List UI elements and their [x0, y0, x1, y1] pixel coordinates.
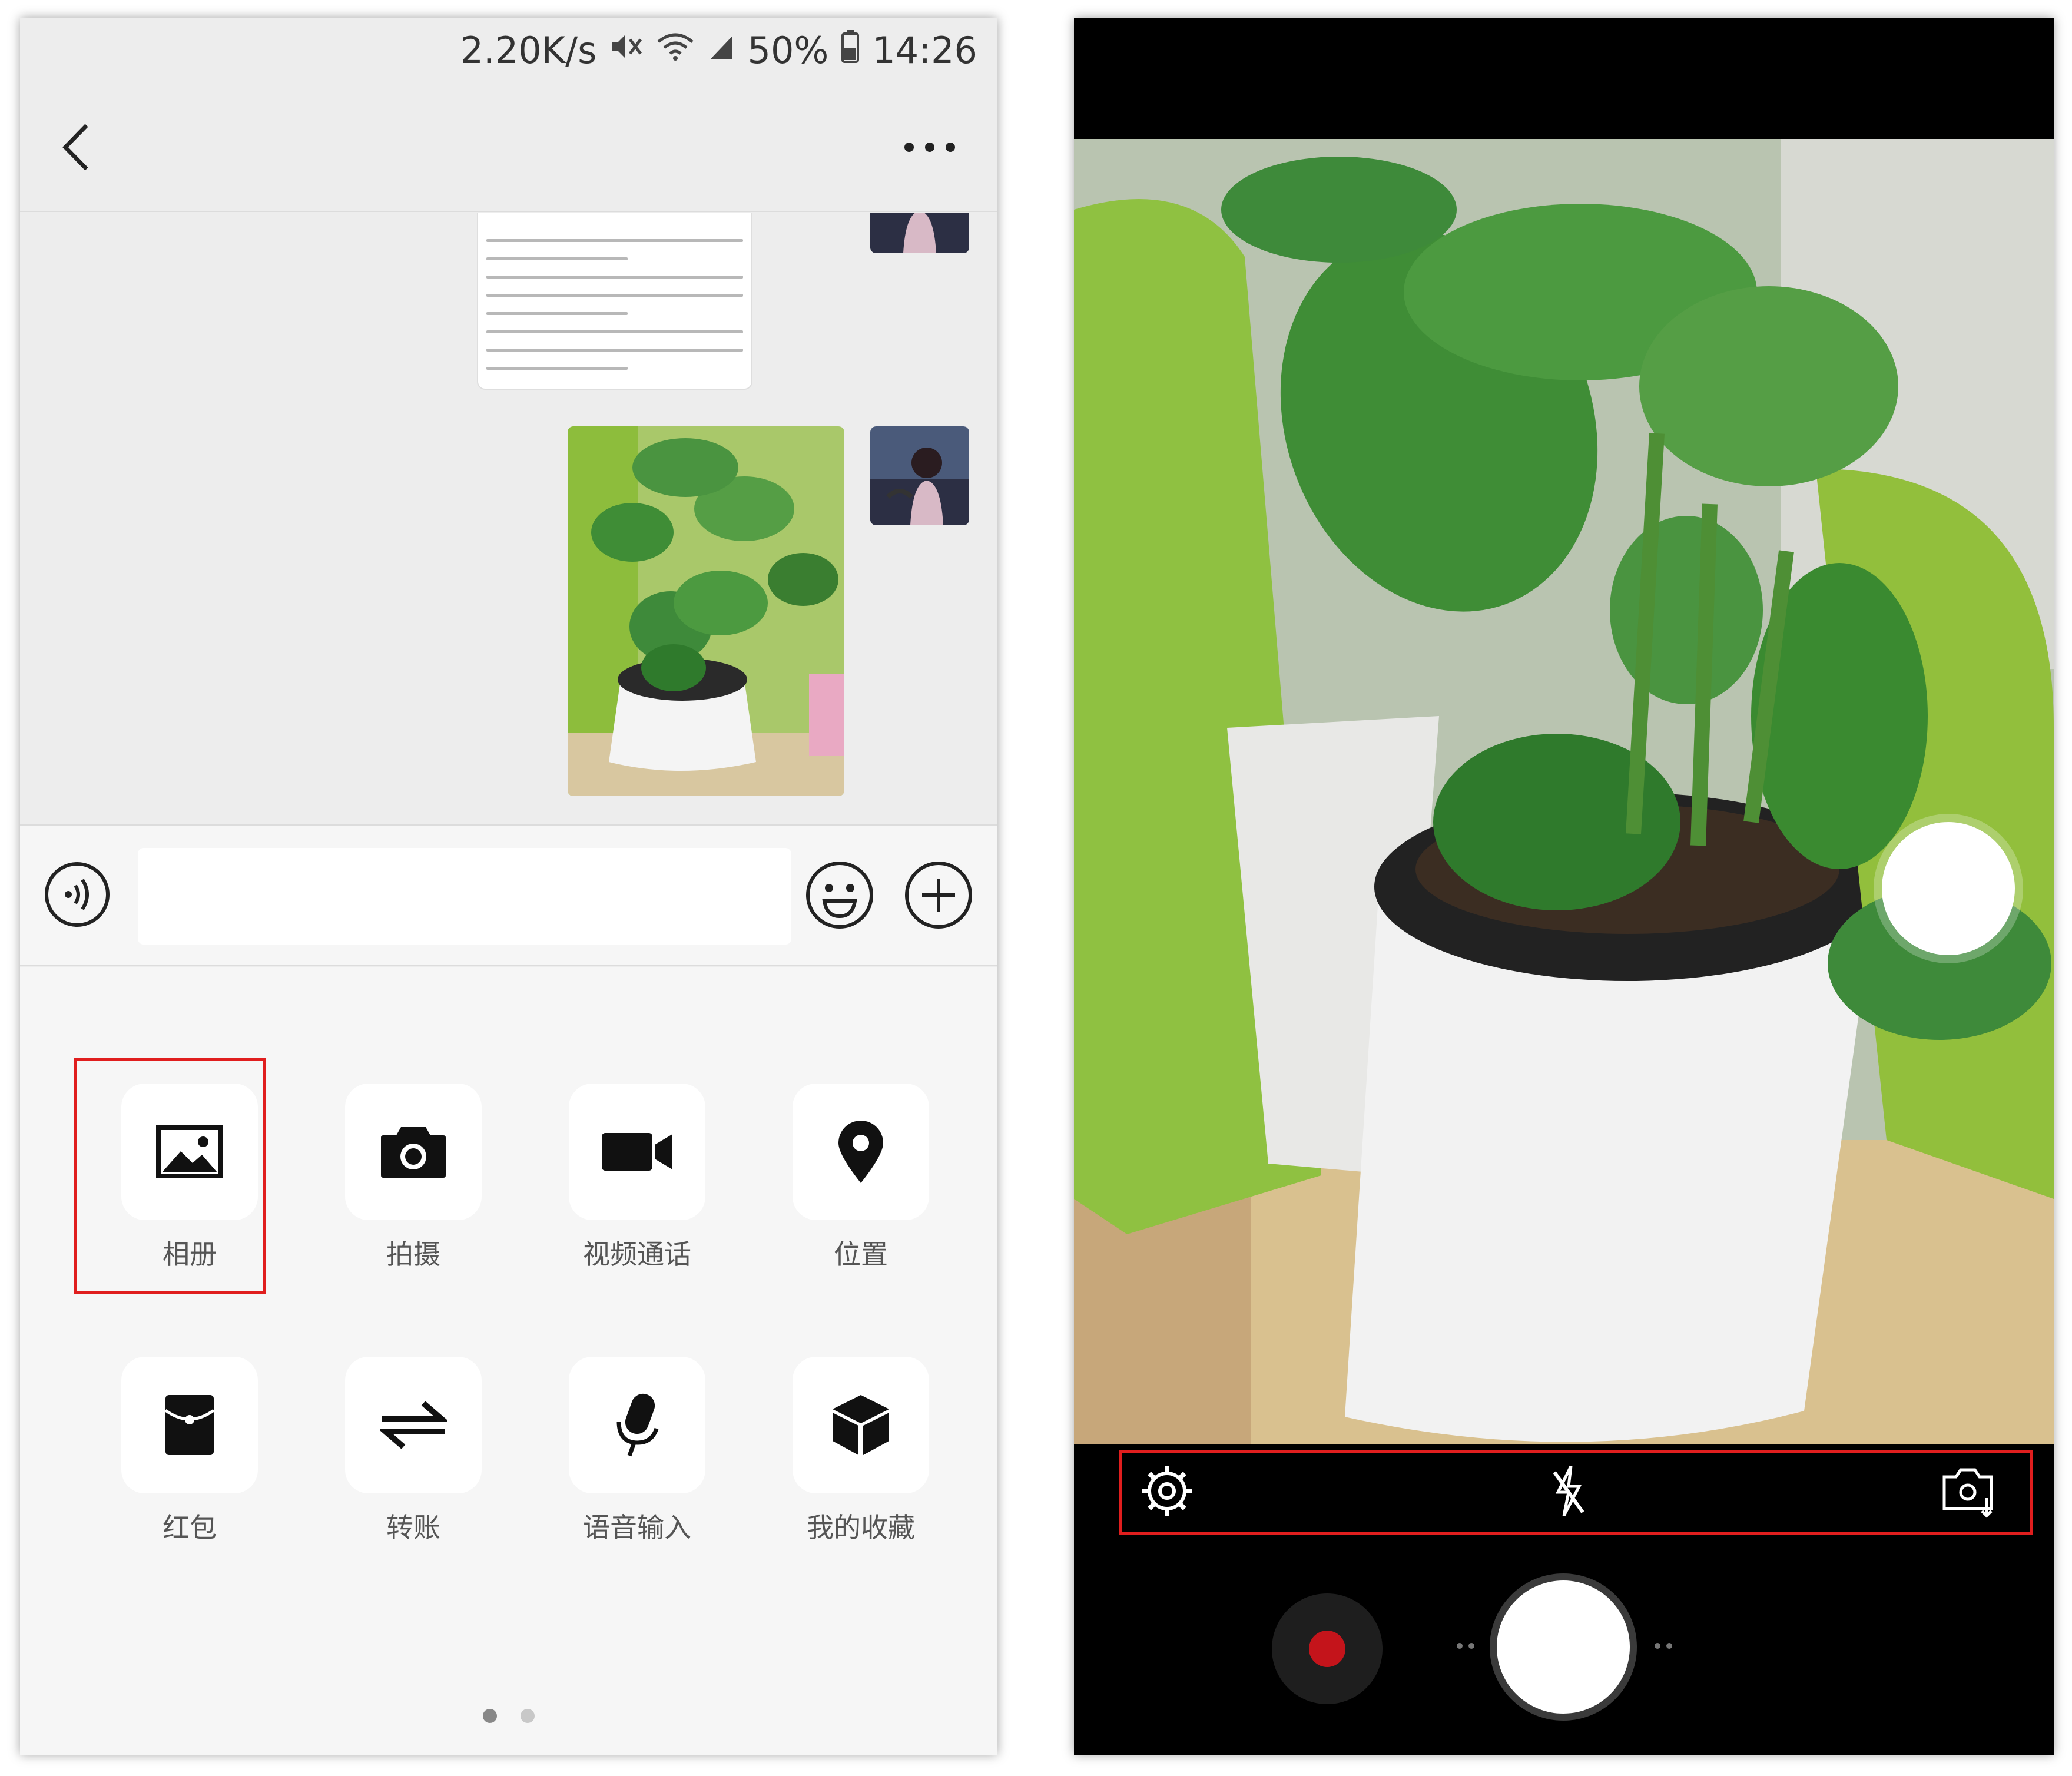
tool-voice-input[interactable]: 语音输入: [566, 1357, 708, 1545]
voice-toggle-button[interactable]: [44, 861, 111, 928]
mute-icon: [610, 31, 643, 69]
tool-transfer[interactable]: 转账: [343, 1357, 484, 1545]
microphone-icon: [616, 1393, 659, 1457]
doc-text-line: [486, 367, 628, 370]
tool-tile[interactable]: [793, 1084, 929, 1220]
wifi-icon: [656, 31, 695, 69]
tool-tile[interactable]: [569, 1357, 705, 1493]
chat-header: [20, 82, 997, 212]
doc-text-line: [486, 276, 743, 279]
doc-text-line: [486, 330, 743, 333]
tool-label: 视频通话: [583, 1238, 691, 1270]
camera-viewfinder[interactable]: [1074, 139, 2054, 1444]
doc-text-line: [486, 257, 628, 260]
tool-red-packet[interactable]: 红包: [119, 1357, 260, 1545]
tool-tile[interactable]: [345, 1084, 482, 1220]
document-message[interactable]: [477, 213, 752, 390]
network-speed: 2.20K/s: [460, 28, 597, 72]
avatar[interactable]: [870, 213, 969, 253]
red-packet-icon: [164, 1395, 215, 1455]
tool-label: 语音输入: [583, 1512, 691, 1543]
page-indicator: [20, 1709, 997, 1723]
cube-icon: [833, 1395, 889, 1455]
camera-toolbar: [1074, 1444, 2054, 1538]
doc-text-line: [486, 349, 743, 352]
record-dot-icon: [1309, 1631, 1345, 1667]
emoji-button[interactable]: [804, 860, 875, 930]
avatar[interactable]: [870, 426, 969, 525]
flash-toggle-button[interactable]: [1538, 1462, 1597, 1520]
tool-tile[interactable]: [793, 1357, 929, 1493]
doc-text-line: [486, 239, 743, 242]
tool-favorites[interactable]: 我的收藏: [790, 1357, 931, 1545]
video-call-icon: [602, 1133, 672, 1171]
image-message[interactable]: [568, 426, 844, 796]
viewfinder-image: [1074, 139, 2054, 1444]
status-bar: 2.20K/s 50% 14:26: [20, 18, 997, 82]
settings-icon: [1142, 1466, 1192, 1516]
more-dots-icon: [904, 143, 955, 152]
message-list[interactable]: [20, 213, 997, 823]
tool-video-call[interactable]: 视频通话: [566, 1084, 708, 1272]
more-button[interactable]: [897, 130, 962, 165]
attachment-panel: 相册 拍摄 视频通话 位置 红包 转账 语音输入 我的收藏: [20, 967, 997, 1755]
signal-icon: [708, 31, 735, 69]
more-attachments-button[interactable]: [903, 860, 974, 930]
tool-tile[interactable]: [569, 1084, 705, 1220]
tool-label: 位置: [834, 1238, 888, 1270]
tool-label: 转账: [386, 1512, 440, 1543]
tool-label: 红包: [163, 1512, 217, 1543]
location-icon: [838, 1121, 883, 1183]
settings-button[interactable]: [1138, 1462, 1196, 1520]
camera-screen: [1074, 18, 2054, 1755]
message-input[interactable]: [138, 848, 791, 945]
shutter-button[interactable]: [1490, 1573, 1637, 1721]
chat-screen: 2.20K/s 50% 14:26 相册 拍摄 视频通话 位置 红包 转账 语音…: [20, 18, 997, 1755]
transfer-icon: [380, 1401, 447, 1449]
voice-icon: [45, 862, 110, 927]
battery-level: 50%: [747, 28, 829, 72]
tool-label: 相册: [163, 1238, 217, 1270]
plus-circle-icon: [905, 862, 972, 929]
back-button[interactable]: [49, 118, 102, 177]
battery-icon: [841, 29, 860, 71]
tool-album[interactable]: 相册: [119, 1084, 260, 1272]
tool-camera[interactable]: 拍摄: [343, 1084, 484, 1272]
switch-camera-icon: [1942, 1468, 1993, 1518]
clock: 14:26: [872, 28, 977, 72]
mode-dots-right: [1655, 1643, 1672, 1649]
camera-icon: [381, 1127, 446, 1178]
floating-shutter-button[interactable]: [1882, 822, 2015, 955]
emoji-icon: [806, 862, 873, 929]
tool-label: 我的收藏: [807, 1512, 915, 1543]
switch-camera-button[interactable]: [1938, 1462, 1997, 1520]
page-dot[interactable]: [521, 1709, 535, 1723]
flash-off-icon: [1553, 1465, 1584, 1517]
tool-label: 拍摄: [386, 1238, 440, 1270]
chevron-left-icon: [62, 124, 88, 171]
tool-location[interactable]: 位置: [790, 1084, 931, 1272]
tool-tile[interactable]: [121, 1084, 258, 1220]
record-button[interactable]: [1272, 1593, 1383, 1704]
message-input-bar: [20, 824, 997, 966]
doc-text-line: [486, 312, 628, 315]
page-dot-active[interactable]: [483, 1709, 497, 1723]
tool-tile[interactable]: [121, 1357, 258, 1493]
album-icon: [156, 1125, 223, 1178]
capture-controls: [1074, 1538, 2054, 1755]
doc-text-line: [486, 294, 743, 297]
mode-dots-left: [1457, 1643, 1474, 1649]
tool-tile[interactable]: [345, 1357, 482, 1493]
